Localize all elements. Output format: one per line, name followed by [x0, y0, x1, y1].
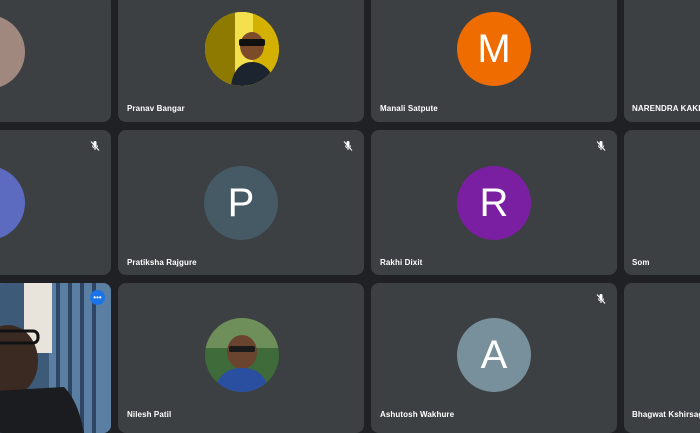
- participant-photo: [205, 12, 279, 86]
- participant-name: Som: [632, 258, 650, 267]
- participant-tile[interactable]: [0, 130, 111, 275]
- participant-avatar: P: [204, 166, 278, 240]
- participant-tile-manali[interactable]: M Manali Satpute: [371, 0, 617, 122]
- mic-off-icon: [596, 294, 606, 304]
- participant-tile-narendra[interactable]: NARENDRA KAKDE: [624, 0, 700, 122]
- participant-name: Manali Satpute: [380, 104, 438, 113]
- participant-tile-pratiksha[interactable]: P Pratiksha Rajgure: [118, 130, 364, 275]
- participant-avatar: [0, 166, 25, 240]
- participant-name: Ashutosh Wakhure: [380, 410, 455, 419]
- more-options-icon[interactable]: •••: [90, 290, 105, 305]
- profile-photo-icon: [205, 318, 279, 392]
- mic-off-icon: [596, 141, 606, 151]
- participant-tile-ashutosh[interactable]: A Ashutosh Wakhure: [371, 283, 617, 433]
- participant-tile-video-active[interactable]: •••: [0, 283, 111, 433]
- participant-avatar: A: [457, 318, 531, 392]
- participant-name: NARENDRA KAKDE: [632, 104, 700, 113]
- participant-tile-pranav[interactable]: Pranav Bangar: [118, 0, 364, 122]
- participant-tile-nilesh[interactable]: Nilesh Patil: [118, 283, 364, 433]
- participant-tile-rakhi[interactable]: R Rakhi Dixit: [371, 130, 617, 275]
- mic-off-icon: [90, 141, 100, 151]
- participant-tile-som[interactable]: Som: [624, 130, 700, 275]
- participant-name: Rakhi Dixit: [380, 258, 423, 267]
- participant-name: Pratiksha Rajgure: [127, 258, 197, 267]
- participant-name: Bhagwat Kshirsagar: [632, 410, 700, 419]
- participant-avatar: M: [457, 12, 531, 86]
- profile-photo-icon: [205, 12, 279, 86]
- participant-avatar: R: [457, 166, 531, 240]
- camera-video-feed: [0, 283, 111, 433]
- participant-tile-bhagwat[interactable]: Bhagwat Kshirsagar: [624, 283, 700, 433]
- mic-off-icon: [343, 141, 353, 151]
- participant-tile[interactable]: [0, 0, 111, 122]
- participant-name: Pranav Bangar: [127, 104, 185, 113]
- participant-photo: [205, 318, 279, 392]
- participant-name: Nilesh Patil: [127, 410, 172, 419]
- participant-avatar: [0, 15, 25, 89]
